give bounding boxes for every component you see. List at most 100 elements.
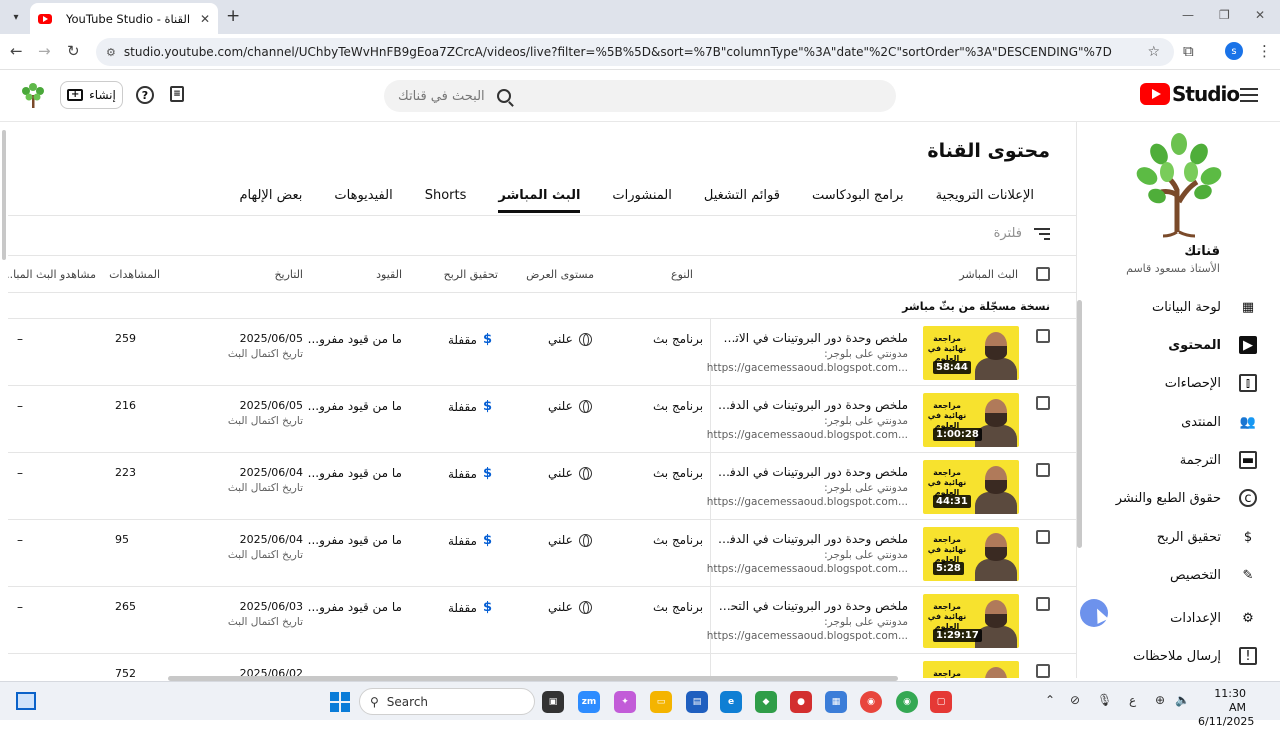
table-row[interactable]: مراجعة نهائية في العلوم 5:28 ملخص وحدة دور… xyxy=(8,520,1076,587)
edge-icon[interactable]: e xyxy=(720,691,742,713)
sidebar-item-copyright[interactable]: حقوق الطبع والنشر c xyxy=(1087,479,1273,517)
column-visibility[interactable]: مستوى العرض xyxy=(526,268,594,281)
tab-inspiration[interactable]: بعض الإلهام xyxy=(223,184,318,213)
screen-recorder-icon[interactable]: ▢ xyxy=(930,691,952,713)
filter-bar[interactable]: فلترة xyxy=(994,226,1050,241)
video-thumbnail[interactable]: مراجعة نهائية في العلوم 5:28 xyxy=(923,527,1019,581)
row-checkbox[interactable] xyxy=(1036,463,1050,477)
back-icon[interactable]: ← xyxy=(10,42,23,60)
site-info-icon[interactable]: ⚙ xyxy=(106,46,116,59)
table-row[interactable]: مراجعة نهائية في العلوم 58:44 ملخص وحدة دو… xyxy=(8,319,1076,386)
store-icon[interactable]: ▤ xyxy=(686,691,708,713)
browser-tab[interactable]: YouTube Studio - محتوى القناة ✕ xyxy=(30,3,218,34)
tray-overflow-icon[interactable]: ⌃ xyxy=(1045,693,1055,707)
tab-playlists[interactable]: قوائم التشغيل xyxy=(688,184,796,213)
taskbar-clock[interactable]: 11:30 AM 6/11/2025 xyxy=(1198,687,1254,729)
video-title[interactable]: ملخص وحدة دور البروتينات في الدفاع عن... xyxy=(718,532,908,546)
tab-live[interactable]: البث المباشر xyxy=(482,184,596,213)
sidebar-item-customization[interactable]: التخصيص ✎ xyxy=(1087,556,1273,594)
column-views[interactable]: المشاهدات xyxy=(109,268,160,281)
row-checkbox[interactable] xyxy=(1036,396,1050,410)
monetization-cell[interactable]: مقفلة $ xyxy=(448,332,492,347)
monetization-cell[interactable]: مقفلة $ xyxy=(448,600,492,615)
row-checkbox[interactable] xyxy=(1036,597,1050,611)
sidebar-item-feedback[interactable]: إرسال ملاحظات ! xyxy=(1087,637,1273,675)
sidebar-item-analytics[interactable]: الإحصاءات ⫾ xyxy=(1087,364,1273,402)
address-bar[interactable]: ⚙ studio.youtube.com/channel/UChbyTeWvHn… xyxy=(96,38,1174,66)
extensions-icon[interactable]: ⧉ xyxy=(1183,42,1194,60)
photos-icon[interactable]: ▦ xyxy=(825,691,847,713)
recorder-icon[interactable]: ● xyxy=(790,691,812,713)
tab-promotions[interactable]: الإعلانات الترويجية xyxy=(920,184,1050,213)
video-thumbnail[interactable]: مراجعة نهائية في العلوم 1:00:28 xyxy=(923,393,1019,447)
filter-icon[interactable] xyxy=(1034,227,1050,240)
row-checkbox[interactable] xyxy=(1036,664,1050,678)
tab-search-button[interactable]: ▾ xyxy=(6,7,26,27)
sidebar-item-content[interactable]: المحتوى ▶ xyxy=(1087,326,1273,364)
menu-hamburger-icon[interactable] xyxy=(1240,88,1258,102)
visibility-cell[interactable]: علني xyxy=(548,600,592,614)
reload-icon[interactable]: ↻ xyxy=(67,42,80,60)
visibility-cell[interactable]: علني xyxy=(548,399,592,413)
microphone-icon[interactable]: 🎙 xyxy=(1097,693,1112,707)
sidebar-item-settings[interactable]: الإعدادات ⚙ xyxy=(1087,599,1273,637)
visibility-cell[interactable]: علني xyxy=(548,466,592,480)
table-row[interactable]: مراجعة نهائية في العلوم 44:31 ملخص وحدة دو… xyxy=(8,453,1076,520)
chrome-profile-icon[interactable]: ◉ xyxy=(896,691,918,713)
messages-icon[interactable]: ≡ xyxy=(170,86,184,102)
close-tab-icon[interactable]: ✕ xyxy=(200,12,210,26)
channel-avatar[interactable] xyxy=(20,81,46,109)
tab-posts[interactable]: المنشورات xyxy=(596,184,687,213)
video-thumbnail[interactable]: مراجعة نهائية في العلوم 1:29:17 xyxy=(923,594,1019,648)
column-type[interactable]: النوع xyxy=(671,268,693,281)
search-icon[interactable] xyxy=(496,89,511,103)
column-restrictions[interactable]: القيود xyxy=(376,268,402,281)
new-tab-button[interactable]: + xyxy=(226,6,240,26)
video-title[interactable]: ملخص وحدة دور البروتينات في الاتصال ال..… xyxy=(718,331,908,345)
language-indicator[interactable]: ع xyxy=(1129,693,1136,707)
sidebar-item-community[interactable]: المنتدى 👥 xyxy=(1087,403,1273,441)
sidebar-item-subtitles[interactable]: الترجمة ▬ xyxy=(1087,441,1273,479)
tab-shorts[interactable]: Shorts xyxy=(409,184,483,213)
bookmark-star-icon[interactable]: ☆ xyxy=(1147,44,1160,60)
forward-icon[interactable]: → xyxy=(38,42,51,60)
profile-avatar[interactable]: s xyxy=(1225,42,1243,60)
column-monetization[interactable]: تحقيق الربح xyxy=(444,268,498,281)
monetization-cell[interactable]: مقفلة $ xyxy=(448,533,492,548)
taskbar-search[interactable]: ⚲ Search xyxy=(359,688,535,715)
globe-icon[interactable]: ⊕ xyxy=(1155,693,1165,707)
channel-search-input[interactable]: البحث في قناتك xyxy=(384,80,896,112)
copilot-icon[interactable]: ✦ xyxy=(614,691,636,713)
video-thumbnail[interactable]: مراجعة نهائية في العلوم 44:31 xyxy=(923,460,1019,514)
help-icon[interactable]: ? xyxy=(136,86,154,104)
video-thumbnail[interactable]: مراجعة نهائية في العلوم 58:44 xyxy=(923,326,1019,380)
file-explorer-icon[interactable]: ▭ xyxy=(650,691,672,713)
chrome-icon[interactable]: ◉ xyxy=(860,691,882,713)
table-row[interactable]: مراجعة نهائية في العلوم 1:29:17 ملخص وحدة … xyxy=(8,587,1076,654)
table-row[interactable]: مراجعة نهائية في العلوم 1:00:28 ملخص وحدة … xyxy=(8,386,1076,453)
zoom-app-icon[interactable]: zm xyxy=(578,691,600,713)
windows-start-icon[interactable] xyxy=(330,692,350,712)
column-live-viewers[interactable]: مشاهدو البث المبا... xyxy=(8,268,96,281)
task-view-icon[interactable]: ▣ xyxy=(542,691,564,713)
column-live[interactable]: البث المباشر xyxy=(959,268,1018,281)
volume-icon[interactable]: 🔈 xyxy=(1175,693,1190,707)
video-title[interactable]: ملخص وحدة دور البروتينات في الدفاع عن... xyxy=(718,465,908,479)
browser-menu-icon[interactable]: ⋮ xyxy=(1257,42,1272,60)
close-window-button[interactable]: ✕ xyxy=(1255,8,1265,22)
select-all-checkbox[interactable] xyxy=(1036,267,1050,281)
video-title[interactable]: ملخص وحدة دور البروتينات في الدفاع عن... xyxy=(718,398,908,412)
video-title[interactable]: ملخص وحدة دور البروتينات في التحفيز الإن… xyxy=(718,599,908,613)
sidebar-item-monetization[interactable]: تحقيق الربح $ xyxy=(1087,518,1273,556)
monetization-cell[interactable]: مقفلة $ xyxy=(448,399,492,414)
tab-videos[interactable]: الفيديوهات xyxy=(318,184,408,213)
row-checkbox[interactable] xyxy=(1036,329,1050,343)
video-thumbnail[interactable]: مراجعة نهائية في العلوم xyxy=(923,661,1019,678)
row-checkbox[interactable] xyxy=(1036,530,1050,544)
studio-logo[interactable]: Studio xyxy=(1140,82,1240,106)
channel-logo[interactable] xyxy=(1133,132,1225,240)
widgets-icon[interactable] xyxy=(16,692,36,710)
tab-podcasts[interactable]: برامج البودكاست xyxy=(796,184,920,213)
left-scrollbar[interactable] xyxy=(2,130,6,260)
visibility-cell[interactable]: علني xyxy=(548,533,592,547)
